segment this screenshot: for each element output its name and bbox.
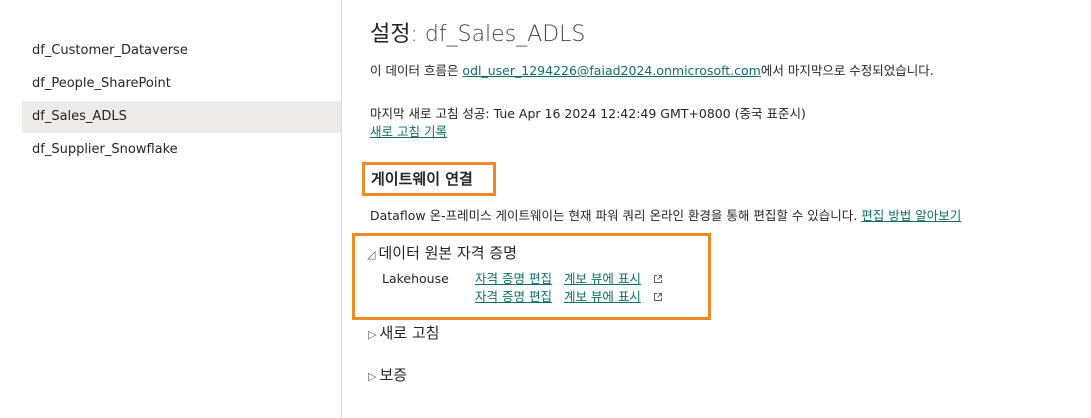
settings-page: df_Customer_Dataverse df_People_SharePoi… xyxy=(0,0,1091,418)
learn-edit-link[interactable]: 편집 방법 알아보기 xyxy=(861,208,961,223)
modified-prefix: 이 데이터 흐름은 xyxy=(370,63,463,78)
edit-credentials-link[interactable]: 자격 증명 편집 xyxy=(475,271,552,286)
datasource-credentials-toggle[interactable]: ◿ 데이터 원본 자격 증명 xyxy=(367,243,517,265)
datasource-credentials-box: ◿ 데이터 원본 자격 증명 Lakehouse 자격 증명 편집 계보 뷰에 표… xyxy=(352,233,711,320)
last-refresh-status: 마지막 새로 고침 성공: Tue Apr 16 2024 12:42:49 G… xyxy=(370,106,806,121)
sidebar-item-customer-dataverse[interactable]: df_Customer_Dataverse xyxy=(22,35,341,67)
refresh-section-label: 새로 고침 xyxy=(379,324,440,342)
gateway-heading-text: 게이트웨이 연결 xyxy=(371,170,473,188)
edit-credentials-link[interactable]: 자격 증명 편집 xyxy=(475,289,552,304)
external-link-icon[interactable] xyxy=(653,289,663,307)
show-lineage-link[interactable]: 계보 뷰에 표시 xyxy=(564,289,641,304)
caret-collapsed-icon: ▷ xyxy=(368,328,377,341)
modified-user-link[interactable]: odl_user_1294226@faiad2024.onmicrosoft.c… xyxy=(462,63,760,78)
dataflow-sidebar: df_Customer_Dataverse df_People_SharePoi… xyxy=(0,0,342,418)
settings-main: 설정: df_Sales_ADLS 이 데이터 흐름은 odl_user_129… xyxy=(352,0,1085,418)
page-title-dataflow-name: : df_Sales_ADLS xyxy=(410,22,586,47)
endorsement-section-label: 보증 xyxy=(379,366,408,384)
modified-suffix: 에서 마지막으로 수정되었습니다. xyxy=(760,63,934,78)
datasource-credentials-heading: 데이터 원본 자격 증명 xyxy=(378,244,517,262)
sidebar-item-supplier-snowflake[interactable]: df_Supplier_Snowflake xyxy=(22,134,341,166)
datasource-row: 자격 증명 편집 계보 뷰에 표시 xyxy=(475,270,663,289)
gateway-description-text: Dataflow 온-프레미스 게이트웨이는 현재 파워 쿼리 온라인 환경을 … xyxy=(370,208,858,223)
sidebar-item-people-sharepoint[interactable]: df_People_SharePoint xyxy=(22,68,341,100)
page-title-label: 설정 xyxy=(370,22,411,47)
modified-info: 이 데이터 흐름은 odl_user_1294226@faiad2024.onm… xyxy=(370,62,934,80)
datasource-name: Lakehouse xyxy=(382,271,449,286)
gateway-description: Dataflow 온-프레미스 게이트웨이는 현재 파워 쿼리 온라인 환경을 … xyxy=(370,207,961,225)
endorsement-section-toggle[interactable]: ▷ 보증 xyxy=(368,365,407,387)
refresh-history-link[interactable]: 새로 고침 기록 xyxy=(370,123,447,141)
caret-expanded-icon: ◿ xyxy=(367,248,376,261)
page-title: 설정: df_Sales_ADLS xyxy=(370,20,585,50)
external-link-icon[interactable] xyxy=(653,271,663,289)
gateway-connection-heading: 게이트웨이 연결 xyxy=(362,162,496,196)
caret-collapsed-icon: ▷ xyxy=(368,370,377,383)
refresh-section-toggle[interactable]: ▷ 새로 고침 xyxy=(368,323,439,345)
sidebar-item-sales-adls[interactable]: df_Sales_ADLS xyxy=(22,101,341,133)
show-lineage-link[interactable]: 계보 뷰에 표시 xyxy=(564,271,641,286)
datasource-row: 자격 증명 편집 계보 뷰에 표시 xyxy=(475,288,663,307)
